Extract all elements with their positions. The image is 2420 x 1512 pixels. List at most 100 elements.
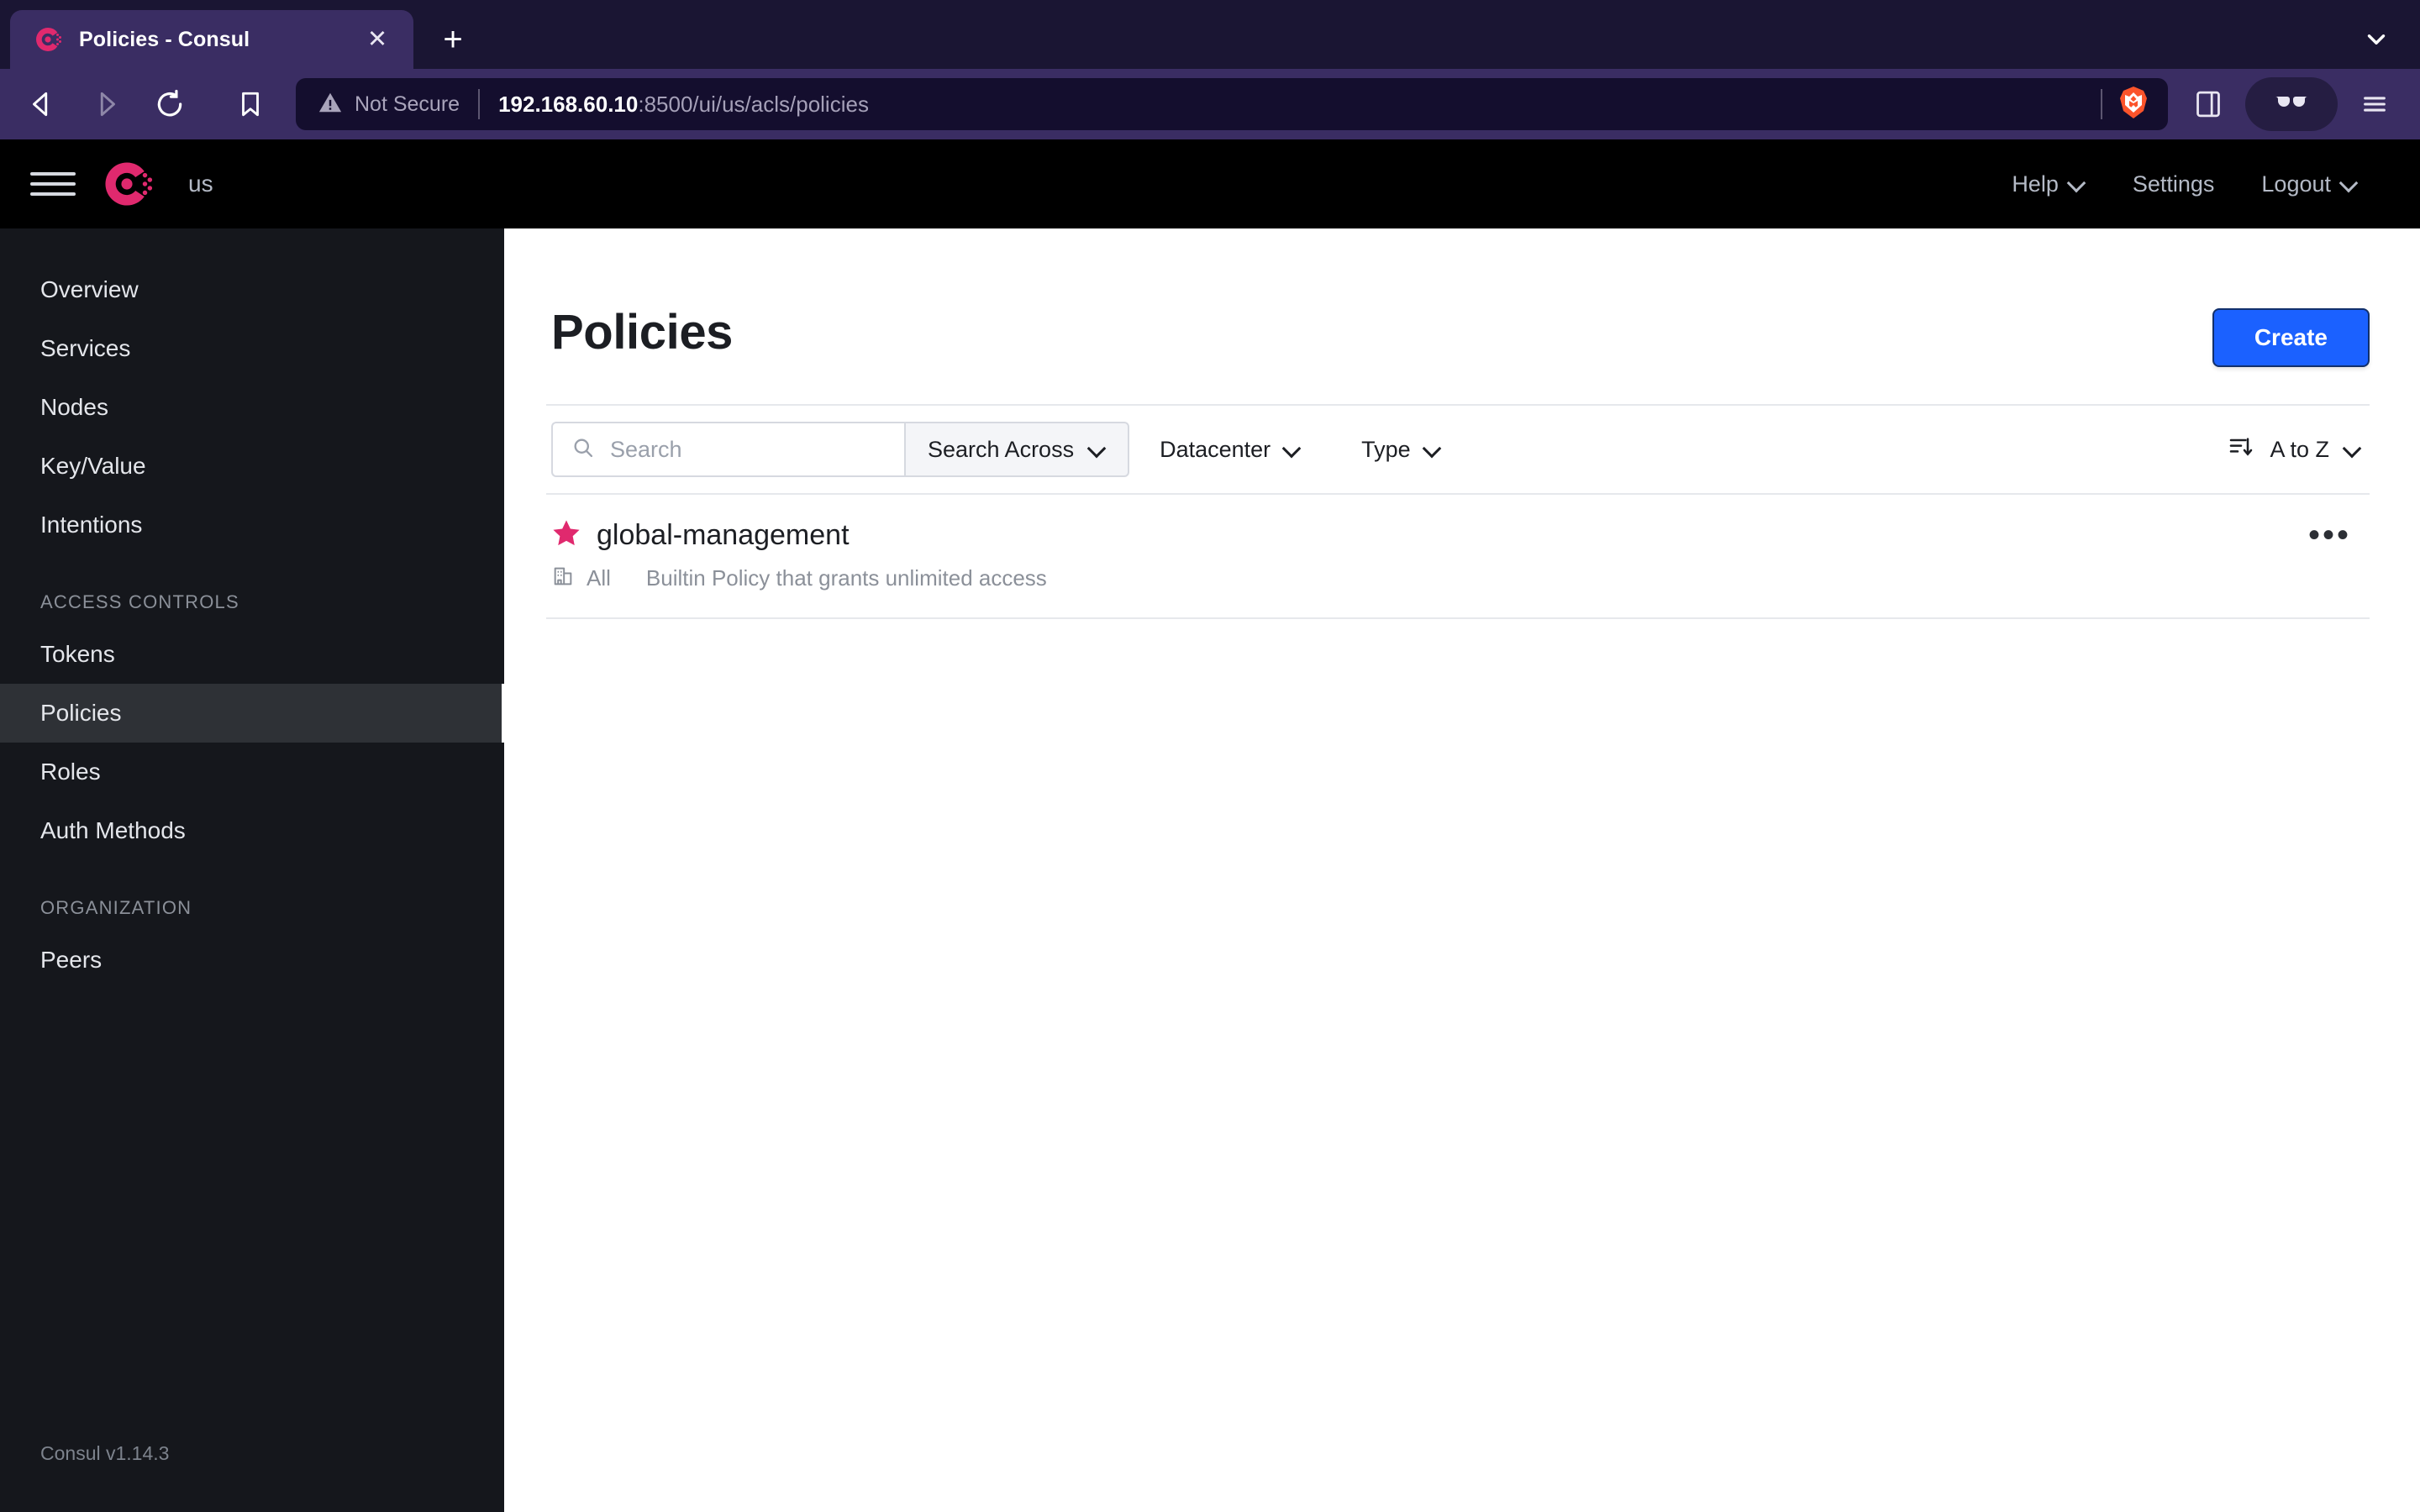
app-header: us Help Settings Logout xyxy=(0,139,2420,228)
sidebar: Overview Services Nodes Key/Value Intent… xyxy=(0,228,508,1512)
search-across-label: Search Across xyxy=(928,436,1075,462)
datacenter-filter[interactable]: Datacenter xyxy=(1129,437,1331,463)
consul-version-label: Consul v1.14.3 xyxy=(40,1442,170,1464)
browser-tab-active[interactable]: Policies - Consul ✕ xyxy=(10,10,413,69)
browser-toolbar: Not Secure 192.168.60.10:8500/ui/us/acls… xyxy=(0,69,2420,139)
sidebar-item-label: Overview xyxy=(40,276,139,302)
new-tab-button[interactable]: + xyxy=(427,13,479,66)
table-row[interactable]: global-management All Builtin Policy tha… xyxy=(546,495,2370,619)
close-icon[interactable]: ✕ xyxy=(363,25,392,54)
policy-meta: All Builtin Policy that grants unlimited… xyxy=(551,564,2295,592)
header-nav-logout-label: Logout xyxy=(2261,171,2331,197)
security-status[interactable]: Not Secure xyxy=(318,90,478,119)
main-content: Policies Create Search Search Across Dat… xyxy=(504,228,2420,1512)
datacenter-filter-label: Datacenter xyxy=(1160,436,1271,462)
url-host: 192.168.60.10 xyxy=(498,91,639,117)
chevron-down-icon xyxy=(2341,176,2358,192)
browser-tab-strip: Policies - Consul ✕ + xyxy=(0,0,2420,69)
page-title: Policies xyxy=(551,305,734,360)
chevron-down-icon xyxy=(1424,441,1441,458)
sidebar-item-policies[interactable]: Policies xyxy=(0,684,508,743)
policy-datacenter: All xyxy=(587,565,611,591)
sidebar-item-peers[interactable]: Peers xyxy=(0,931,504,990)
filter-bar: Search Search Across Datacenter Type A t… xyxy=(546,404,2370,495)
sidebar-item-label: Services xyxy=(40,335,131,361)
sidebar-group-access-controls: ACCESS CONTROLS xyxy=(40,591,239,612)
sidebar-item-tokens[interactable]: Tokens xyxy=(0,625,504,684)
type-filter-label: Type xyxy=(1361,436,1411,462)
sidebar-item-label: Key/Value xyxy=(40,453,146,479)
sidebar-item-roles[interactable]: Roles xyxy=(0,743,504,801)
policy-info: global-management All Builtin Policy tha… xyxy=(551,518,2295,592)
sidebar-group-organization: ORGANIZATION xyxy=(40,897,192,918)
chevron-down-icon xyxy=(1089,441,1106,458)
sidebar-item-label: Policies xyxy=(40,700,122,726)
glasses-icon xyxy=(2270,92,2312,118)
consul-logo-icon[interactable] xyxy=(101,158,153,210)
consul-logo-icon xyxy=(34,25,62,54)
sidebar-item-nodes[interactable]: Nodes xyxy=(0,378,504,437)
header-nav-settings[interactable]: Settings xyxy=(2109,171,2238,197)
chevron-down-icon xyxy=(2344,441,2361,458)
sidebar-item-label: Nodes xyxy=(40,394,108,420)
back-arrow-icon[interactable] xyxy=(15,77,69,131)
page-header: Policies Create xyxy=(546,228,2370,404)
url-divider xyxy=(478,89,481,119)
sort-label: A to Z xyxy=(2270,436,2329,462)
brave-shields-lion-icon[interactable] xyxy=(2118,85,2149,124)
star-icon xyxy=(551,518,581,553)
datacenter-building-icon xyxy=(551,564,575,592)
header-nav-help-label: Help xyxy=(2012,171,2059,197)
more-horizontal-icon[interactable]: ••• xyxy=(2295,518,2365,552)
search-group: Search Search Across xyxy=(551,422,1130,477)
header-nav-settings-label: Settings xyxy=(2132,171,2215,197)
forward-arrow-icon xyxy=(79,77,133,131)
policy-title-line: global-management xyxy=(551,518,2295,553)
url-text: 192.168.60.10:8500/ui/us/acls/policies xyxy=(498,92,2101,118)
sort-descending-icon xyxy=(2228,433,2254,466)
datacenter-label: us xyxy=(188,171,213,197)
search-icon xyxy=(571,436,595,464)
url-path: :8500/ui/us/acls/policies xyxy=(638,91,869,117)
brave-shields-button[interactable] xyxy=(2101,85,2161,124)
hamburger-menu-icon[interactable] xyxy=(2348,77,2402,131)
sidebar-item-label: Roles xyxy=(40,759,101,785)
sidebar-item-key-value[interactable]: Key/Value xyxy=(0,437,504,496)
header-nav-help[interactable]: Help xyxy=(1988,171,2109,197)
search-placeholder: Search xyxy=(610,436,682,462)
sidebar-item-overview[interactable]: Overview xyxy=(0,260,504,319)
warning-triangle-icon xyxy=(318,90,343,119)
private-window-indicator[interactable] xyxy=(2245,77,2338,131)
header-nav-logout[interactable]: Logout xyxy=(2238,171,2381,197)
policy-name[interactable]: global-management xyxy=(597,519,850,552)
sidebar-item-label: Auth Methods xyxy=(40,817,186,843)
chevron-down-icon[interactable] xyxy=(2351,13,2402,66)
hamburger-menu-icon[interactable] xyxy=(30,161,76,207)
create-button[interactable]: Create xyxy=(2212,308,2370,367)
search-across-dropdown[interactable]: Search Across xyxy=(904,422,1130,477)
sidebar-item-label: Peers xyxy=(40,947,103,973)
sidebar-item-intentions[interactable]: Intentions xyxy=(0,496,504,554)
shields-divider xyxy=(2101,89,2102,119)
policy-description: Builtin Policy that grants unlimited acc… xyxy=(645,565,1047,591)
app-body: Overview Services Nodes Key/Value Intent… xyxy=(0,228,2420,1512)
sidebar-item-services[interactable]: Services xyxy=(0,319,504,378)
chevron-down-icon xyxy=(1284,441,1301,458)
sidebar-item-label: Tokens xyxy=(40,641,115,667)
bookmark-icon[interactable] xyxy=(224,77,277,131)
sort-control[interactable]: A to Z xyxy=(2228,433,2366,466)
sidebar-item-label: Intentions xyxy=(40,512,143,538)
sidebar-panel-icon[interactable] xyxy=(2181,77,2235,131)
browser-tab-title: Policies - Consul xyxy=(79,27,250,51)
sidebar-item-auth-methods[interactable]: Auth Methods xyxy=(0,801,504,860)
browser-window: Policies - Consul ✕ + Not Secure 192.168… xyxy=(0,0,2420,1512)
chevron-down-icon xyxy=(2069,176,2086,192)
type-filter[interactable]: Type xyxy=(1331,437,1471,463)
search-input[interactable]: Search xyxy=(551,422,904,477)
security-status-label: Not Secure xyxy=(355,92,460,116)
address-bar[interactable]: Not Secure 192.168.60.10:8500/ui/us/acls… xyxy=(296,78,2168,130)
reload-icon[interactable] xyxy=(143,77,197,131)
consul-app: us Help Settings Logout Overview Service… xyxy=(0,139,2420,1512)
header-nav: Help Settings Logout xyxy=(1988,171,2381,197)
